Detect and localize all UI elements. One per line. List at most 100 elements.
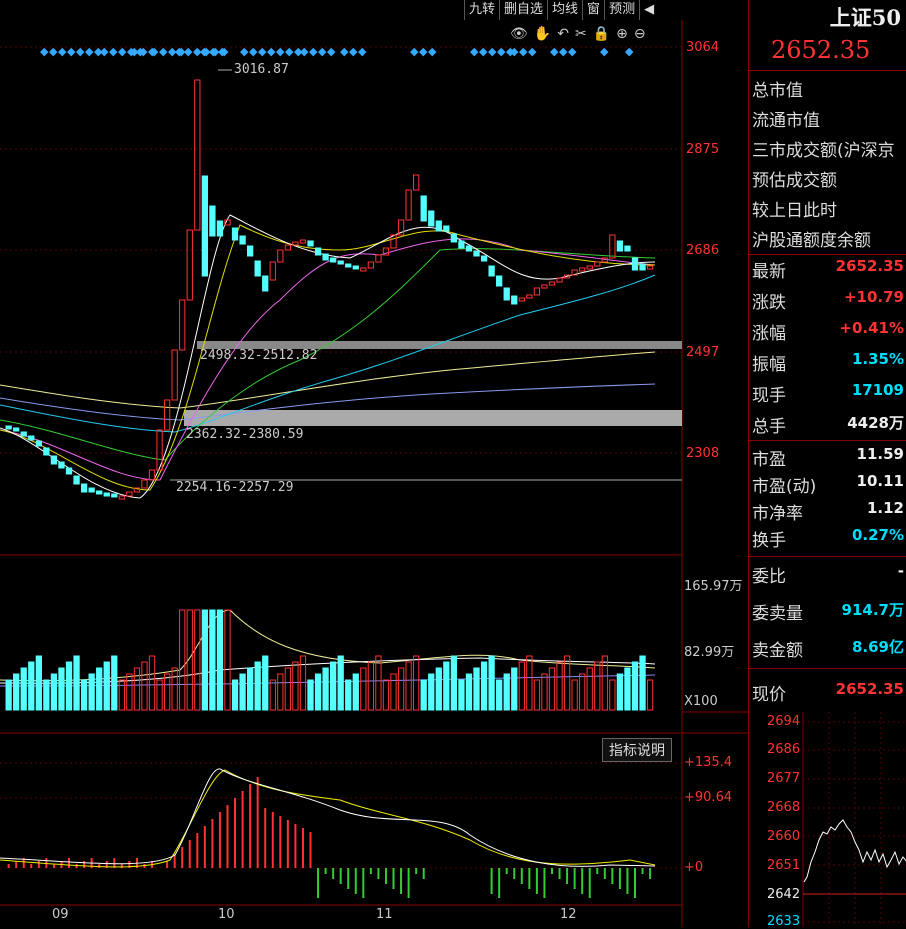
- indicator-help-button[interactable]: 指标说明: [602, 738, 672, 762]
- candle: [473, 250, 480, 257]
- volume-bar: [224, 609, 231, 711]
- volume-bar: [579, 673, 586, 711]
- signal-marker: ◆: [349, 45, 358, 58]
- valuation-row: 换手 0.27%: [752, 526, 904, 551]
- signal-marker: ◆: [419, 45, 428, 58]
- price-tick: 2875: [686, 142, 720, 157]
- volume-bar: [262, 655, 269, 711]
- volume-bar: [50, 673, 58, 711]
- candle: [639, 263, 646, 271]
- signal-marker: ◆: [240, 45, 249, 58]
- volume-bar: [443, 661, 450, 711]
- eye-icon[interactable]: 👁: [510, 26, 528, 42]
- zoom-in-icon[interactable]: ⊕: [616, 26, 628, 42]
- signal-marker: ◆: [568, 45, 577, 58]
- candle: [624, 245, 631, 252]
- order-row: 委卖量 914.7万: [752, 599, 904, 624]
- volume-bar: [375, 655, 382, 711]
- order-label: 委比: [752, 567, 786, 587]
- signal-marker: ◆: [470, 45, 479, 58]
- volume-bar: [541, 673, 548, 711]
- expand-icon[interactable]: ◀: [639, 0, 658, 20]
- signal-marker: ◆: [58, 45, 67, 58]
- signal-marker: ◆: [209, 45, 218, 58]
- volume-bar: [367, 661, 375, 711]
- volume-bar: [96, 667, 103, 711]
- candle: [163, 399, 171, 431]
- signal-marker: ◆: [479, 45, 488, 58]
- candle: [646, 265, 654, 270]
- signal-marker: ◆: [327, 45, 336, 58]
- tool-window[interactable]: 窗: [582, 0, 604, 20]
- high-label: 3016.87: [234, 62, 289, 77]
- signal-marker: ◆: [625, 45, 634, 58]
- valuation-value: 1.12: [866, 499, 904, 517]
- candle: [50, 455, 58, 465]
- candle: [579, 267, 586, 272]
- volume-bar: [397, 667, 405, 711]
- valuation-row: 市净率 1.12: [752, 499, 904, 524]
- quote-label: 振幅: [752, 355, 786, 375]
- zoom-out-icon[interactable]: ⊖: [634, 26, 646, 42]
- signal-marker: ◆: [510, 45, 519, 58]
- signal-marker: ◆: [118, 45, 127, 58]
- candle: [209, 205, 216, 237]
- volume-bar: [337, 655, 344, 711]
- volume-bar: [609, 679, 616, 711]
- order-row: 卖金额 8.69亿: [752, 636, 904, 661]
- volume-bar: [179, 609, 186, 711]
- candle: [428, 210, 435, 227]
- candle: [586, 265, 593, 270]
- valuation-value: 10.11: [856, 472, 904, 490]
- volume-bar: [239, 673, 246, 711]
- volume-bar: [428, 673, 435, 711]
- volume-bar: [488, 655, 495, 711]
- undo-icon[interactable]: ↶: [557, 26, 569, 42]
- scissors-icon[interactable]: ✂: [575, 26, 587, 42]
- signal-marker: ◆: [358, 45, 367, 58]
- signal-marker: ◆: [600, 45, 609, 58]
- candle: [246, 245, 254, 257]
- mini-tick: 2686: [767, 742, 801, 757]
- volume-bar: [5, 679, 12, 711]
- volume-bar: [209, 609, 216, 711]
- signal-marker: ◆: [100, 45, 109, 58]
- quote-value: +0.41%: [839, 319, 904, 337]
- candle: [28, 435, 35, 441]
- order-value: -: [897, 562, 904, 580]
- signal-marker: ◆: [497, 45, 506, 58]
- date-tick: 11: [376, 907, 393, 922]
- signal-marker: ◆: [85, 45, 94, 58]
- valuation-label: 市净率: [752, 504, 803, 524]
- volume-unit: X100: [684, 694, 718, 709]
- tool-delete-watchlist[interactable]: 删自选: [499, 0, 547, 20]
- volume-bar: [631, 661, 639, 711]
- signal-marker: ◆: [200, 45, 209, 58]
- volume-bar: [352, 673, 359, 711]
- volume-bar: [571, 679, 578, 711]
- candle: [465, 245, 473, 252]
- signal-marker: ◆: [218, 45, 227, 58]
- lock-icon[interactable]: 🔒: [593, 26, 610, 42]
- hand-icon[interactable]: ✋: [534, 26, 551, 42]
- candle: [322, 253, 329, 261]
- volume-bar: [246, 667, 254, 711]
- candle: [375, 254, 382, 263]
- candle: [413, 174, 420, 191]
- volume-bar: [73, 655, 80, 711]
- tool-moving-average[interactable]: 均线: [547, 0, 582, 20]
- kline-chart[interactable]: ◆ ◆ ◆ ◆ ◆ ◆ ◆◆ ◆ ◆ ◆ ◆◆ ◆ ◆◆ ◆ ◆ ◆◆ ◆ ◆ ◆ ◆ ◆◆ ◆ ◆ ◆ ◆ ◆ ◆ ◆ ◆ ◆◆ ◆ ◆ ◆ ◆…: [0, 0, 748, 927]
- candle: [284, 244, 292, 251]
- volume-bar: [216, 609, 224, 711]
- candle: [480, 255, 488, 262]
- volume-bar: [420, 679, 427, 711]
- volume-bar: [171, 667, 178, 711]
- tool-jiuzhuan[interactable]: 九转: [464, 0, 499, 20]
- vs-yesterday-label: 较上日此时: [752, 201, 837, 221]
- candle: [103, 492, 110, 497]
- candle: [503, 287, 510, 301]
- quote-value: 4428万: [847, 414, 904, 432]
- volume-bar: [586, 667, 593, 711]
- valuation-label: 市盈: [752, 450, 786, 470]
- tool-forecast[interactable]: 预测: [604, 0, 639, 20]
